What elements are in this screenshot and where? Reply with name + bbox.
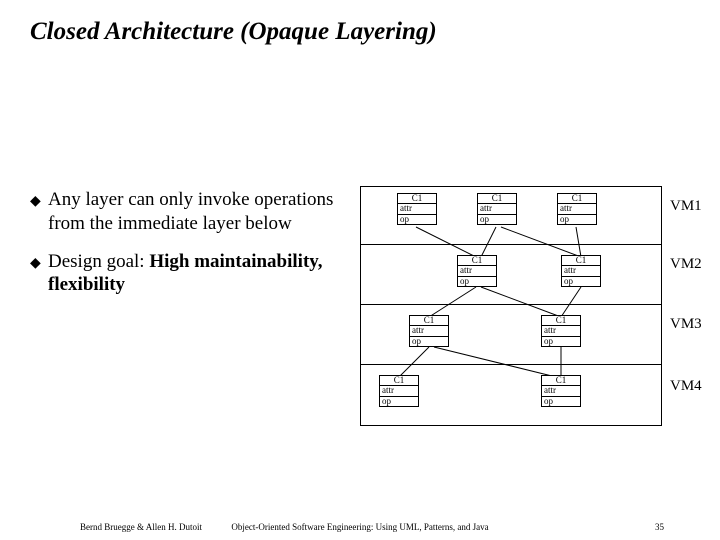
class-box: C1 attr op [379,375,419,407]
class-op: op [398,215,436,224]
class-box: C1 attr op [477,193,517,225]
class-op: op [478,215,516,224]
bullet-list: ◆ Any layer can only invoke operations f… [30,188,340,311]
class-op: op [458,277,496,286]
footer-pagenum: 35 [655,522,664,532]
class-box: C1 attr op [541,315,581,347]
class-op: op [410,337,448,346]
bullet-text: Design goal: High maintainability, flexi… [48,250,340,298]
class-op: op [542,337,580,346]
footer-booktitle: Object-Oriented Software Engineering: Us… [0,522,720,532]
vm-label: VM2 [670,256,702,273]
class-box: C1 attr op [561,255,601,287]
class-op: op [542,397,580,406]
vm-label: VM4 [670,378,702,395]
class-box: C1 attr op [457,255,497,287]
class-op: op [562,277,600,286]
class-op: op [558,215,596,224]
bullet-text: Any layer can only invoke operations fro… [48,188,340,236]
class-box: C1 attr op [397,193,437,225]
bullet-item: ◆ Any layer can only invoke operations f… [30,188,340,236]
bullet-icon: ◆ [30,188,48,236]
bullet-lead: Design goal: [48,251,149,272]
vm-label: VM3 [670,316,702,333]
bullet-icon: ◆ [30,250,48,298]
class-op: op [380,397,418,406]
class-box: C1 attr op [409,315,449,347]
layer-diagram: C1 attr op C1 attr op C1 attr op C1 attr… [360,186,662,426]
class-box: C1 attr op [541,375,581,407]
bullet-item: ◆ Design goal: High maintainability, fle… [30,250,340,298]
slide-title: Closed Architecture (Opaque Layering) [30,18,437,46]
class-box: C1 attr op [557,193,597,225]
vm-label: VM1 [670,198,702,215]
